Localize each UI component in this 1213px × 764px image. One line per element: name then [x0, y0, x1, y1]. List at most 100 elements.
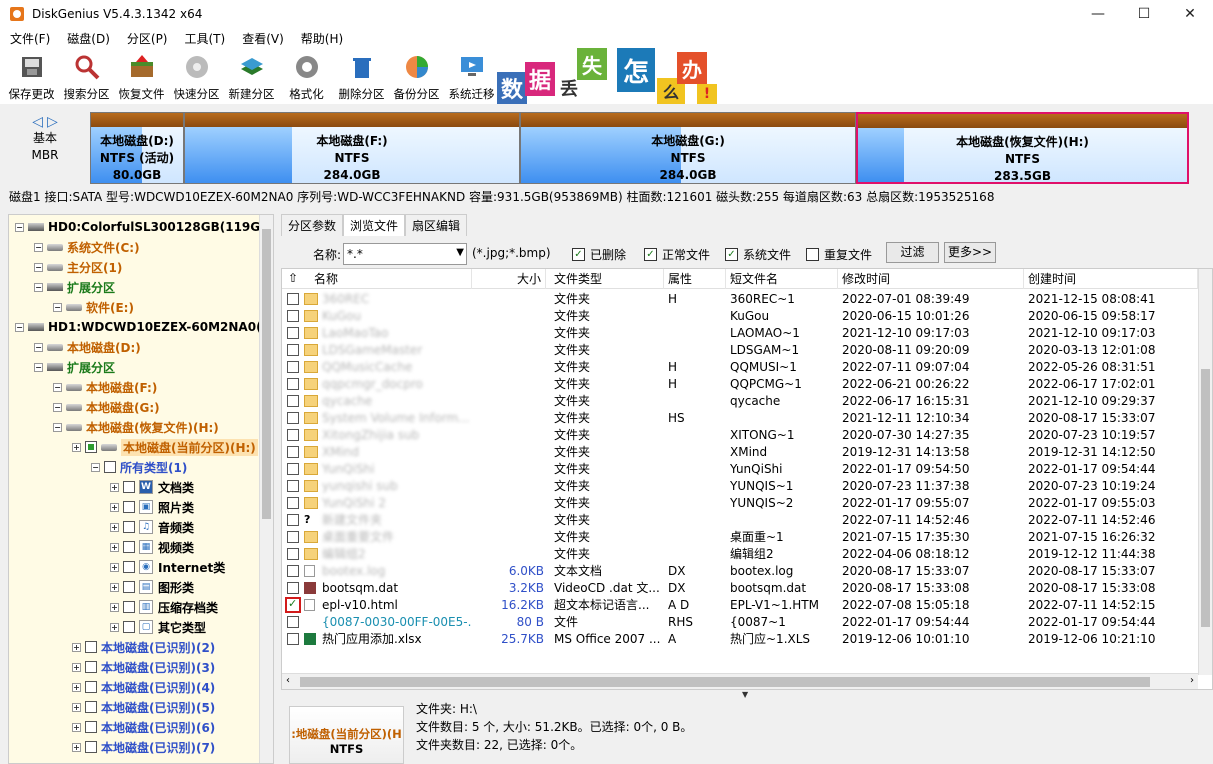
- menu-item-5[interactable]: 帮助(H): [291, 30, 350, 47]
- tree-checkbox[interactable]: [85, 661, 97, 673]
- file-row[interactable]: {0087-0030-00FF-00E5-... 80 B 文件 RHS {0087~1…: [282, 614, 1198, 631]
- normal-checkbox[interactable]: ✓ 正常文件: [644, 246, 710, 263]
- list-scroll-thumb[interactable]: [1201, 369, 1210, 627]
- file-row[interactable]: System Volume Inform... 文件夹 HS 2021-12-11 1…: [282, 410, 1198, 427]
- expand-icon[interactable]: +: [110, 582, 119, 592]
- row-checkbox[interactable]: [287, 548, 299, 560]
- tree-checkbox[interactable]: [123, 601, 135, 613]
- tree-checkbox[interactable]: [85, 641, 97, 653]
- expand-icon[interactable]: +: [110, 482, 119, 492]
- expand-icon[interactable]: −: [53, 302, 62, 312]
- file-row[interactable]: XitongZhijia sub 文件夹 XITONG~1 2020-07-30 14…: [282, 427, 1198, 444]
- tree-node[interactable]: + 本地磁盘(已识别)(7): [72, 737, 215, 757]
- expand-icon[interactable]: −: [34, 282, 43, 292]
- file-row[interactable]: 热门应用添加.xlsx 25.7KB MS Office 2007 ... A 热门应~…: [282, 631, 1198, 648]
- expand-icon[interactable]: +: [110, 622, 119, 632]
- expand-icon[interactable]: −: [53, 422, 62, 432]
- toolbar-button-1[interactable]: 搜索分区: [59, 50, 114, 102]
- expand-icon[interactable]: +: [72, 442, 81, 452]
- column-header-5[interactable]: 修改时间: [838, 269, 1024, 289]
- menu-item-2[interactable]: 分区(P): [117, 30, 175, 47]
- tree-node[interactable]: − 系统文件(C:): [34, 237, 140, 257]
- duplicate-checkbox[interactable]: 重复文件: [806, 246, 872, 263]
- scroll-left-icon[interactable]: ‹: [286, 675, 290, 686]
- row-checkbox[interactable]: [287, 378, 299, 390]
- row-checkbox[interactable]: [287, 293, 299, 305]
- column-header-4[interactable]: 短文件名: [726, 269, 838, 289]
- expand-icon[interactable]: −: [53, 382, 62, 392]
- tree-node[interactable]: + ▦ 视频类: [110, 537, 194, 557]
- file-row[interactable]: QQMusicCache 文件夹 H QQMUSI~1 2022-07-11 09:07…: [282, 359, 1198, 376]
- system-checkbox[interactable]: ✓ 系统文件: [725, 246, 791, 263]
- scroll-right-icon[interactable]: ›: [1190, 675, 1194, 686]
- column-header-0[interactable]: 名称: [310, 269, 472, 289]
- tree-node[interactable]: + 本地磁盘(已识别)(6): [72, 717, 215, 737]
- toolbar-button-3[interactable]: 快速分区: [169, 50, 224, 102]
- list-hscrollbar[interactable]: ‹ ›: [282, 673, 1198, 689]
- file-row[interactable]: 桌面重要文件 文件夹 桌面重~1 2021-07-15 17:35:30 2021-07…: [282, 529, 1198, 546]
- tree-checkbox[interactable]: [85, 441, 97, 453]
- list-hscroll-thumb[interactable]: [300, 677, 1150, 687]
- row-checkbox[interactable]: [287, 327, 299, 339]
- tree-node[interactable]: − 本地磁盘(D:): [34, 337, 141, 357]
- file-row[interactable]: 360REC 文件夹 H 360REC~1 2022-07-01 08:39:49 202…: [282, 291, 1198, 308]
- expand-icon[interactable]: −: [53, 402, 62, 412]
- tree-checkbox[interactable]: [123, 541, 135, 553]
- column-header-1[interactable]: 大小: [472, 269, 546, 289]
- tree-node[interactable]: − 主分区(1): [34, 257, 122, 277]
- expand-icon[interactable]: −: [15, 322, 24, 332]
- file-row[interactable]: XMind 文件夹 XMind 2019-12-31 14:13:58 2019-12-…: [282, 444, 1198, 461]
- toolbar-button-5[interactable]: 格式化: [279, 50, 334, 102]
- row-checkbox[interactable]: [287, 633, 299, 645]
- maximize-button[interactable]: ☐: [1121, 0, 1167, 28]
- tree-node[interactable]: + ♫ 音频类: [110, 517, 194, 537]
- toolbar-button-4[interactable]: 新建分区: [224, 50, 279, 102]
- file-row[interactable]: qqpcmgr_docpro 文件夹 H QQPCMG~1 2022-06-21 00:…: [282, 376, 1198, 393]
- more-button[interactable]: 更多>>: [944, 242, 996, 263]
- tree-node[interactable]: − HD1:WDCWD10EZEX-60M2NA0(93: [15, 317, 273, 337]
- expand-icon[interactable]: +: [72, 722, 81, 732]
- file-row[interactable]: bootsqm.dat 3.2KB VideoCD .dat 文... DX boots…: [282, 580, 1198, 597]
- tree-node[interactable]: + ▥ 压缩存档类: [110, 597, 218, 617]
- close-button[interactable]: ✕: [1167, 0, 1213, 28]
- row-checkbox[interactable]: [287, 480, 299, 492]
- tree-node[interactable]: − 本地磁盘(G:): [53, 397, 160, 417]
- row-checkbox[interactable]: [287, 361, 299, 373]
- partition-bar-2[interactable]: 本地磁盘(G:) NTFS 284.0GB: [520, 112, 856, 184]
- tree-checkbox[interactable]: [85, 721, 97, 733]
- filter-button[interactable]: 过滤: [886, 242, 939, 263]
- tree-node[interactable]: − 所有类型(1): [91, 457, 187, 477]
- row-checkbox[interactable]: [287, 463, 299, 475]
- expand-icon[interactable]: +: [72, 642, 81, 652]
- file-row[interactable]: 编辑组2 文件夹 编辑组2 2022-04-06 08:18:12 2019-12-12…: [282, 546, 1198, 563]
- row-checkbox[interactable]: [287, 446, 299, 458]
- toolbar-button-8[interactable]: 系统迁移: [444, 50, 499, 102]
- menu-item-3[interactable]: 工具(T): [175, 30, 233, 47]
- tree-checkbox[interactable]: [123, 521, 135, 533]
- row-checkbox[interactable]: [287, 582, 299, 594]
- file-row[interactable]: yunqishi sub 文件夹 YUNQIS~1 2020-07-23 11:37:…: [282, 478, 1198, 495]
- expand-icon[interactable]: +: [110, 502, 119, 512]
- file-row[interactable]: KuGou 文件夹 KuGou 2020-06-15 10:01:26 2020-06-…: [282, 308, 1198, 325]
- expand-icon[interactable]: +: [110, 602, 119, 612]
- tab-2[interactable]: 扇区编辑: [405, 214, 468, 236]
- tab-1[interactable]: 浏览文件: [343, 214, 406, 236]
- tree-scroll-thumb[interactable]: [262, 229, 271, 519]
- column-header-3[interactable]: 属性: [664, 269, 726, 289]
- expand-icon[interactable]: +: [110, 542, 119, 552]
- deleted-checkbox[interactable]: ✓ 已删除: [572, 246, 626, 263]
- expand-icon[interactable]: +: [72, 742, 81, 752]
- ad-banner[interactable]: 数据丢失怎么办!: [497, 48, 722, 104]
- tree-checkbox[interactable]: [123, 481, 135, 493]
- file-row[interactable]: ? 新建文件夹 文件夹 2022-07-11 14:52:46 2022-07-11 1…: [282, 512, 1198, 529]
- row-checkbox[interactable]: [287, 310, 299, 322]
- menu-item-4[interactable]: 查看(V): [232, 30, 291, 47]
- list-scrollbar[interactable]: [1198, 269, 1212, 675]
- tree-node[interactable]: + ▣ 照片类: [110, 497, 194, 517]
- expand-icon[interactable]: −: [91, 462, 100, 472]
- tree-node[interactable]: + ▢ 其它类型: [110, 617, 206, 637]
- tree-checkbox[interactable]: [104, 461, 116, 473]
- row-checkbox[interactable]: [287, 565, 299, 577]
- file-row[interactable]: LDSGameMaster 文件夹 LDSGAM~1 2020-08-11 09:20…: [282, 342, 1198, 359]
- tree-node[interactable]: + W 文档类: [110, 477, 194, 497]
